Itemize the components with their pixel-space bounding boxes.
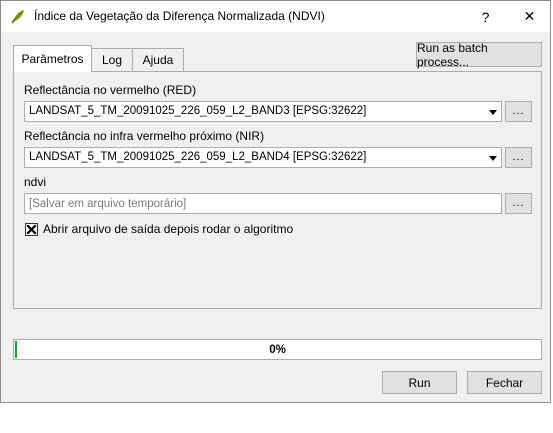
window-title: Índice da Vegetação da Diferença Normali… <box>34 9 325 23</box>
qgis-leaf-icon <box>10 8 26 24</box>
dialog-window: Índice da Vegetação da Diferença Normali… <box>0 0 551 403</box>
tab-log[interactable]: Log <box>91 48 133 71</box>
red-layer-select[interactable]: LANDSAT_5_TM_20091025_226_059_L2_BAND3 [… <box>24 101 502 122</box>
nir-layer-value: LANDSAT_5_TM_20091025_226_059_L2_BAND4 [… <box>29 151 367 163</box>
tab-ajuda[interactable]: Ajuda <box>132 48 184 71</box>
nir-label: Reflectância no infra vermelho próximo (… <box>24 129 265 143</box>
close-button[interactable]: Fechar <box>467 371 542 394</box>
close-icon: ✕ <box>523 8 536 24</box>
nir-layer-select[interactable]: LANDSAT_5_TM_20091025_226_059_L2_BAND4 [… <box>24 147 502 168</box>
nir-browse-button[interactable]: ... <box>505 147 532 168</box>
red-layer-value: LANDSAT_5_TM_20091025_226_059_L2_BAND3 [… <box>29 105 367 117</box>
title-bar: Índice da Vegetação da Diferença Normali… <box>1 1 550 32</box>
tab-parametros[interactable]: Parâmetros <box>13 45 92 72</box>
chevron-down-icon <box>489 156 497 161</box>
ndvi-label: ndvi <box>24 175 47 189</box>
run-as-batch-button[interactable]: Run as batch process... <box>416 41 542 69</box>
open-output-label: Abrir arquivo de saída depois rodar o al… <box>43 222 294 236</box>
red-label: Reflectância no vermelho (RED) <box>24 83 197 97</box>
ndvi-browse-button[interactable]: ... <box>505 193 532 214</box>
help-button[interactable]: ? <box>463 1 508 32</box>
open-output-option[interactable]: Abrir arquivo de saída depois rodar o al… <box>25 222 293 236</box>
red-browse-button[interactable]: ... <box>505 101 532 122</box>
run-button[interactable]: Run <box>382 371 457 394</box>
progress-text: 0% <box>269 343 286 356</box>
ndvi-output-field[interactable] <box>24 193 502 214</box>
checkmark-x-icon <box>26 223 37 235</box>
close-window-button[interactable]: ✕ <box>507 1 552 32</box>
progress-bar: 0% <box>13 339 542 360</box>
chevron-down-icon <box>489 110 497 115</box>
parameters-panel: Reflectância no vermelho (RED) LANDSAT_5… <box>13 71 542 309</box>
ndvi-output-input[interactable] <box>25 194 501 213</box>
open-output-checkbox[interactable] <box>25 222 38 236</box>
